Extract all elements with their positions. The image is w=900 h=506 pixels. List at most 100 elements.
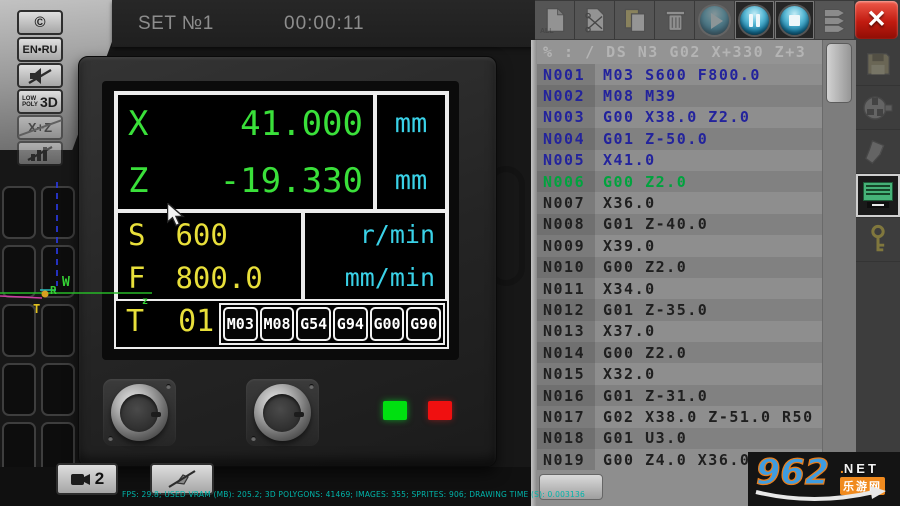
key-lock-button[interactable] <box>856 218 900 262</box>
gcode-line-number: N001 <box>537 64 595 85</box>
code-scrollbar-thumb[interactable] <box>826 43 852 103</box>
cut-program-button[interactable] <box>575 1 614 39</box>
gcode-line-N013[interactable]: N013X37.0 <box>537 321 822 342</box>
save-program-button[interactable] <box>856 42 900 86</box>
gcode-line-N006[interactable]: N006G00 Z2.0 <box>537 171 822 192</box>
tool-origin-marker <box>42 291 49 298</box>
chuck-setup-button[interactable] <box>856 86 900 130</box>
f-value: 800.0 <box>175 261 262 295</box>
close-button[interactable]: ✕ <box>855 1 898 39</box>
gcode-line-N011[interactable]: N011X34.0 <box>537 278 822 299</box>
gcode-line-code: X41.0 <box>595 151 656 169</box>
axis-w-label: W <box>62 275 70 290</box>
gcode-line-code: G00 Z2.0 <box>595 173 687 191</box>
gcode-line-N002[interactable]: N002M08 M39 <box>537 85 822 106</box>
gcode-line-code: X32.0 <box>595 365 656 383</box>
mode-buttons: M03M08G54G94G00G90 <box>219 303 445 345</box>
mode-button-g54: G54 <box>296 307 331 341</box>
gcode-line-number: N012 <box>537 299 595 320</box>
right-tool-column <box>856 40 900 506</box>
rotary-knob-right[interactable] <box>254 384 311 441</box>
copy-program-button[interactable] <box>615 1 654 39</box>
code-scrollbar-track[interactable] <box>822 40 856 506</box>
s-unit-label: r/min <box>305 213 445 256</box>
gcode-line-N004[interactable]: N004G01 Z-50.0 <box>537 128 822 149</box>
gcode-line-number: N013 <box>537 321 595 342</box>
stop-icon <box>780 6 809 35</box>
copy-icon <box>621 5 649 35</box>
gcode-line-N003[interactable]: N003G00 X38.0 Z2.0 <box>537 107 822 128</box>
elapsed-timer: 00:00:11 <box>284 13 365 35</box>
gcode-header-line[interactable]: % : / DS N3 G02 X+330 Z+3 <box>537 40 822 64</box>
f-unit-label: mm/min <box>305 256 445 299</box>
tool-setup-button[interactable] <box>856 130 900 174</box>
962net-watermark: 962 . NET 乐游网 <box>748 452 900 506</box>
start-button-green[interactable] <box>383 401 407 420</box>
performance-status-text: FPS: 29.8; USED VRAM (MB): 205.2; 3D POL… <box>122 490 585 499</box>
key-icon <box>863 224 893 256</box>
watermark-net-label: NET <box>844 461 879 476</box>
gcode-program-panel: % : / DS N3 G02 X+330 Z+3 N001M03 S600 F… <box>537 40 822 506</box>
mode-button-g94: G94 <box>333 307 368 341</box>
screw <box>309 384 314 389</box>
position-units: mm mm <box>375 93 447 211</box>
set-number-label: SET №1 <box>138 13 214 35</box>
gcode-line-number: N018 <box>537 428 595 449</box>
stop-button-red[interactable] <box>428 401 452 420</box>
gcode-line-code: X34.0 <box>595 280 656 298</box>
play-icon <box>700 6 729 35</box>
rotary-knob-left[interactable] <box>111 384 168 441</box>
copyright-button[interactable]: © <box>17 10 63 35</box>
lowpoly-label: LOWPOLY <box>22 96 38 108</box>
x-axis-value: 41.000 <box>240 104 363 144</box>
gcode-line-code: G02 X38.0 Z-51.0 R50 <box>595 408 814 426</box>
gcode-line-N014[interactable]: N014G00 Z2.0 <box>537 342 822 363</box>
control-panel-toggle-button[interactable] <box>856 174 900 218</box>
delete-program-button[interactable] <box>655 1 694 39</box>
measurement-button[interactable] <box>17 141 63 166</box>
hand-tool-crossed-icon <box>167 469 197 489</box>
document-scissors-icon <box>581 5 609 35</box>
coordinate-axes-overlay: W R T z <box>0 182 175 317</box>
xz-readout-button[interactable]: X+Z <box>17 115 63 140</box>
gcode-line-code: G01 U3.0 <box>595 429 687 447</box>
pause-program-button[interactable] <box>735 1 774 39</box>
gcode-line-N012[interactable]: N012G01 Z-35.0 <box>537 299 822 320</box>
all-label: ALL <box>540 28 554 35</box>
gcode-line-N016[interactable]: N016G01 Z-31.0 <box>537 385 822 406</box>
camera-view-button[interactable]: 2 <box>56 463 118 495</box>
gcode-line-N015[interactable]: N015X32.0 <box>537 363 822 384</box>
monitor-green-screen-icon <box>863 182 893 209</box>
gcode-line-N017[interactable]: N017G02 X38.0 Z-51.0 R50 <box>537 406 822 427</box>
gcode-line-N008[interactable]: N008G01 Z-40.0 <box>537 214 822 235</box>
app-root: W R T z SET №1 00:00:11 © EN•RU LOWPOLY … <box>0 0 900 506</box>
play-program-button[interactable] <box>695 1 734 39</box>
gcode-line-number: N005 <box>537 150 595 171</box>
gcode-line-code: G00 X38.0 Z2.0 <box>595 108 750 126</box>
gcode-line-N010[interactable]: N010G00 Z2.0 <box>537 257 822 278</box>
simulation-speed-button[interactable] <box>815 1 854 39</box>
mode-button-g90: G90 <box>406 307 441 341</box>
gcode-line-code: X36.0 <box>595 194 656 212</box>
pause-icon <box>740 6 769 35</box>
gcode-line-N001[interactable]: N001M03 S600 F800.0 <box>537 64 822 85</box>
knob-plate <box>103 379 176 446</box>
mode-button-g00: G00 <box>370 307 405 341</box>
gcode-line-number: N002 <box>537 85 595 106</box>
floppy-disk-icon <box>863 49 893 79</box>
lowpoly-3d-button[interactable]: LOWPOLY 3D <box>17 89 63 114</box>
gcode-line-N009[interactable]: N009X39.0 <box>537 235 822 256</box>
language-toggle-button[interactable]: EN•RU <box>17 37 63 62</box>
threed-label: 3D <box>40 94 58 110</box>
select-all-program-button[interactable]: ALL <box>535 1 574 39</box>
screw <box>108 436 113 441</box>
stop-program-button[interactable] <box>775 1 814 39</box>
sound-mute-button[interactable] <box>17 63 63 88</box>
gcode-line-number: N014 <box>537 342 595 363</box>
gcode-line-N005[interactable]: N005X41.0 <box>537 150 822 171</box>
gcode-line-N007[interactable]: N007X36.0 <box>537 192 822 213</box>
knob-plate <box>246 379 319 446</box>
gcode-line-N018[interactable]: N018G01 U3.0 <box>537 428 822 449</box>
lathe-guard-window <box>2 363 36 416</box>
camera-icon <box>70 472 92 487</box>
